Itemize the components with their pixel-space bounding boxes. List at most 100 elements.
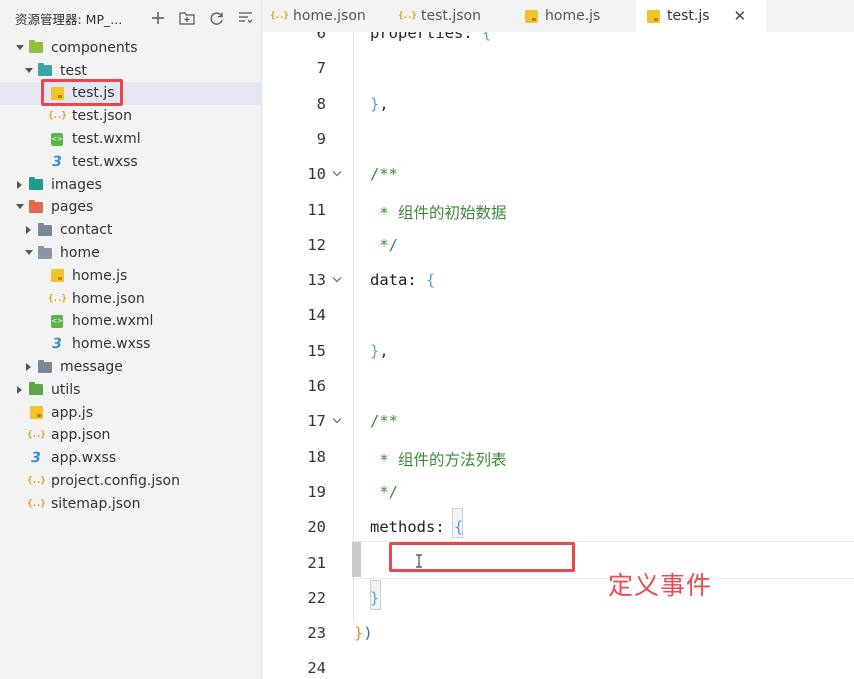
file-explorer: 资源管理器: MP_... components test test.js {..} t… <box>0 0 262 679</box>
line-number: 10 <box>307 165 326 184</box>
tree-folder[interactable]: contact <box>0 219 262 242</box>
explorer-actions <box>151 11 253 26</box>
line-number: 20 <box>307 518 326 537</box>
folder-icon <box>38 359 52 374</box>
tree-file[interactable]: 3 test.wxss <box>0 151 262 174</box>
code-line: properties: { <box>370 32 492 42</box>
explorer-title: 资源管理器: MP_... <box>15 11 123 27</box>
wxml-file-icon <box>50 132 64 146</box>
line-number: 13 <box>307 271 326 290</box>
tree-folder[interactable]: home <box>0 242 262 265</box>
tree-item-label: home.json <box>72 290 145 307</box>
tree-item-label: app.json <box>51 427 111 444</box>
json-file-icon: {..} <box>398 11 417 21</box>
tree-item-label: contact <box>60 222 113 239</box>
tree-item-label: test.wxml <box>72 131 141 148</box>
line-number: 18 <box>307 447 326 466</box>
tree-item-label: test.wxss <box>72 153 138 170</box>
line-number: 23 <box>307 624 326 643</box>
tree-item-label: utils <box>51 381 81 398</box>
code-line: } <box>370 588 380 607</box>
line-number: 16 <box>307 377 326 395</box>
json-file-icon: {..} <box>270 11 289 21</box>
line-number: 17 <box>307 412 326 431</box>
line-number: 8 <box>316 94 326 113</box>
tree-file[interactable]: home.js <box>0 265 262 288</box>
code-line: }, <box>370 94 389 113</box>
code-editor[interactable]: 6 properties: {7 8}, 9 10 /** 11 * 组件的初始数据 12 *… <box>262 32 854 679</box>
close-icon[interactable]: ✕ <box>734 7 747 25</box>
tree-folder[interactable]: message <box>0 356 262 379</box>
tree-file[interactable]: {..} sitemap.json <box>0 493 262 516</box>
code-line: }) <box>354 624 373 643</box>
tree-file[interactable]: {..} project.config.json <box>0 470 262 493</box>
fold-chevron-icon[interactable] <box>332 269 342 283</box>
line-number: 15 <box>307 341 326 360</box>
tree-item-label: message <box>60 359 123 376</box>
chevron-right-icon[interactable] <box>15 385 25 395</box>
tree-item-label: home.js <box>72 267 128 284</box>
refresh-icon[interactable] <box>209 11 224 26</box>
wxss-file-icon: 3 <box>50 336 64 353</box>
tree-folder[interactable]: utils <box>0 379 262 402</box>
collapse-all-icon[interactable] <box>238 11 253 25</box>
highlight-box-test-js <box>41 79 123 106</box>
tree-file[interactable]: {..} test.json <box>0 105 262 128</box>
editor-tabbar: {..} home.json {..} test.json home.js test.js… <box>262 0 854 32</box>
tree-file[interactable]: home.wxml <box>0 310 262 333</box>
indent-guide <box>353 32 354 622</box>
chevron-down-icon[interactable] <box>15 43 25 53</box>
tree-folder[interactable]: images <box>0 173 262 196</box>
tree-file[interactable]: {..} app.json <box>0 424 262 447</box>
line-number: 11 <box>307 200 326 219</box>
tree-item-label: app.js <box>51 404 93 421</box>
json-file-icon: {..} <box>27 476 46 487</box>
tree-file[interactable]: test.js <box>0 82 262 105</box>
editor-tab[interactable]: home.js <box>514 0 636 32</box>
editor-tab[interactable]: {..} home.json <box>262 0 390 32</box>
folder-open-icon <box>29 199 43 214</box>
chevron-right-icon[interactable] <box>24 362 34 372</box>
line-number: 7 <box>316 59 326 78</box>
tab-label: home.json <box>293 8 366 24</box>
json-file-icon: {..} <box>48 111 67 122</box>
js-file-icon <box>646 9 660 23</box>
tree-item-label: sitemap.json <box>51 495 141 512</box>
fold-chevron-icon[interactable] <box>332 163 342 177</box>
editor-tab[interactable]: test.js ✕ <box>636 0 766 32</box>
fold-chevron-icon[interactable] <box>332 410 342 424</box>
tree-item-label: test.json <box>72 108 132 125</box>
chevron-down-icon[interactable] <box>15 202 25 212</box>
tree-file[interactable]: 3 home.wxss <box>0 333 262 356</box>
annotation-label: 定义事件 <box>608 571 713 600</box>
folder-icon <box>29 382 43 397</box>
new-file-icon[interactable] <box>151 11 165 25</box>
code-line: * 组件的方法列表 <box>370 450 507 469</box>
tree-item-label: pages <box>51 199 94 216</box>
tree-file[interactable]: 3 app.wxss <box>0 447 262 470</box>
tree-folder[interactable]: pages <box>0 196 262 219</box>
code-line: /** <box>370 412 398 431</box>
chevron-down-icon[interactable] <box>24 248 34 258</box>
tree-file[interactable]: app.js <box>0 401 262 424</box>
chevron-right-icon[interactable] <box>24 225 34 235</box>
editor-tab[interactable]: {..} test.json <box>390 0 514 32</box>
chevron-down-icon[interactable] <box>24 66 34 76</box>
tree-folder[interactable]: test <box>0 59 262 82</box>
chevron-right-icon[interactable] <box>15 180 25 190</box>
folder-open-icon <box>38 245 52 260</box>
tree-item-label: images <box>51 176 102 193</box>
wxss-file-icon: 3 <box>50 153 64 170</box>
tree-file[interactable]: test.wxml <box>0 128 262 151</box>
js-file-icon <box>29 406 43 420</box>
tree-folder[interactable]: components <box>0 37 262 60</box>
new-folder-icon[interactable] <box>179 11 195 25</box>
code-line: methods: { <box>370 518 464 537</box>
tab-label: test.js <box>667 8 710 24</box>
line-number: 9 <box>316 129 326 148</box>
text-cursor-icon <box>416 554 422 568</box>
tree-item-label: test <box>60 62 87 79</box>
tree-item-label: home.wxss <box>72 336 151 353</box>
line-number: 24 <box>307 659 326 678</box>
tree-file[interactable]: {..} home.json <box>0 287 262 310</box>
